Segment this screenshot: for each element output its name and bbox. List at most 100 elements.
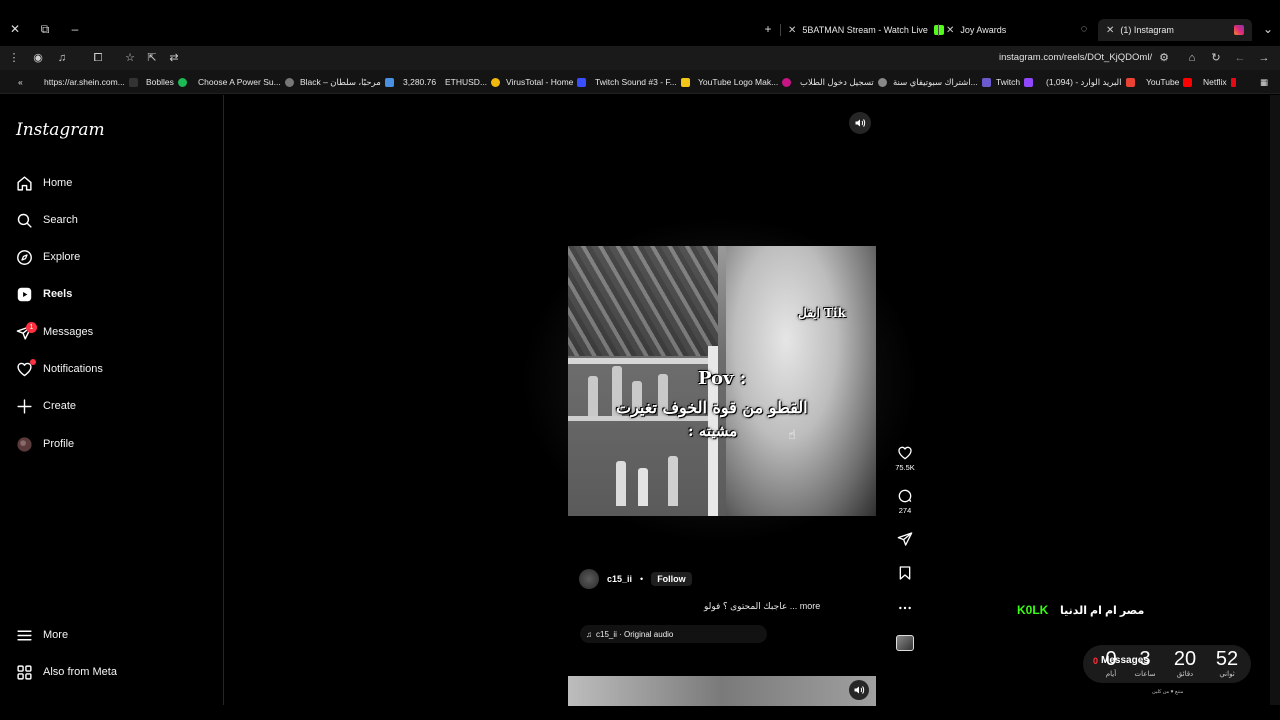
follow-button[interactable]: Follow [651, 572, 692, 586]
bookmark-virustotal[interactable]: VirusTotal - Home [506, 77, 587, 87]
video-overlay-tag: ايفل Tik [798, 306, 846, 320]
mouse-cursor-icon: ☝ [788, 427, 796, 442]
reel-caption[interactable]: عاجبك المحتوى ؟ فولو ... more [704, 601, 820, 612]
minimize-window-icon[interactable]: – [64, 18, 86, 40]
site-icon [680, 77, 690, 87]
bookmark-youtube-logo[interactable]: YouTube Logo Mak... [698, 77, 792, 87]
countdown-seconds: 52 ثواني [1215, 648, 1239, 678]
nav-home[interactable]: Home [16, 171, 72, 195]
bookmark-netflix[interactable]: Netflix [1203, 77, 1236, 87]
music-note-icon: ♫ [586, 629, 592, 639]
restore-window-icon[interactable]: ⧉ [34, 18, 56, 40]
browser-titlebar: ✕ ⧉ – + ✕ 5BATMAN Stream - Watch Live ✕ … [0, 0, 1280, 46]
site-icon [384, 78, 394, 87]
save-button[interactable] [893, 565, 917, 581]
all-bookmarks-icon[interactable]: ▦ [1260, 77, 1268, 88]
close-tab-icon[interactable]: ✕ [1106, 25, 1114, 36]
home-icon[interactable]: ⌂ [1184, 50, 1200, 66]
bookmark-inbox[interactable]: البريد الوارد - (1,094) [1046, 77, 1135, 88]
video-overlay-text: مشيته : [688, 422, 738, 440]
reels-icon [17, 287, 32, 301]
binance-icon [491, 77, 501, 87]
audio-track[interactable]: ♫ c15_ii · Original audio [580, 625, 767, 643]
menu-dots-icon[interactable]: ⋮ [6, 50, 22, 66]
nav-also-from-meta[interactable]: Also from Meta [16, 660, 117, 684]
nav-more[interactable]: More [16, 623, 68, 647]
bookmark-twitch[interactable]: Twitch [996, 77, 1034, 87]
forward-arrow-icon[interactable]: → [1256, 50, 1272, 66]
bookmark-power-su[interactable]: Choose A Power Su... [198, 77, 294, 87]
widget-credit: متنع ♥ من كلين [1152, 689, 1184, 695]
comment-icon [898, 489, 912, 503]
home-icon [17, 175, 32, 191]
author-avatar[interactable] [579, 569, 599, 589]
bookmark-icon [899, 566, 911, 580]
nav-search[interactable]: Search [16, 208, 78, 232]
messages-badge: 1 [26, 322, 37, 333]
bookmark-price[interactable]: 3,280.76 [403, 77, 436, 87]
bookmark-twitch-sound[interactable]: Twitch Sound #3 - F... [595, 77, 690, 87]
nav-label: Also from Meta [43, 666, 117, 678]
instagram-logo[interactable]: Instagram [16, 120, 105, 140]
tab-5batman-stream[interactable]: ✕ 5BATMAN Stream - Watch Live [788, 19, 944, 41]
tab-joy-awards[interactable]: ✕ Joy Awards [946, 19, 1006, 41]
bookmark-boblles[interactable]: Boblles [146, 77, 187, 87]
video-overlay-text: القطو من قوة الخوف تغيرت [616, 398, 808, 417]
site-settings-icon[interactable]: ⚙ [1156, 50, 1172, 66]
bookmarks-collapse-icon[interactable]: « [18, 77, 23, 87]
messages-float-pill[interactable]: 0 Messages [1093, 655, 1149, 666]
bookmark-student-login[interactable]: تسجيل دخول الطلاب [800, 77, 887, 88]
messages-float-label: Messages [1101, 655, 1149, 666]
browser-toolbar: ⋮ ◉ ♫ ⧠ ☆ ⇱ ⇄ instagram.com/reels/DOt_Kj… [0, 46, 1280, 70]
nav-explore[interactable]: Explore [16, 245, 80, 269]
share-button[interactable] [893, 531, 917, 547]
bookmark-black-sultan[interactable]: Black – مرحبًا، سلطان [300, 77, 394, 88]
close-tab-icon[interactable]: ✕ [788, 25, 796, 36]
bookmark-ethusd[interactable]: ETHUSD... [445, 77, 501, 87]
tab-list-chevron-icon[interactable]: ⌄ [1257, 18, 1279, 40]
profile-avatar-icon[interactable]: ◉ [30, 50, 46, 66]
site-icon [981, 78, 991, 87]
bookmark-spotify-year[interactable]: اشتراك سبوتيفاي سنة... [893, 77, 991, 88]
video-background [616, 461, 626, 506]
nav-reels[interactable]: Reels [16, 282, 72, 306]
nav-label: Explore [43, 251, 81, 263]
like-count: 75.5K [895, 463, 915, 472]
bookmark-shein[interactable]: https://ar.shein.com... [44, 77, 138, 87]
translate-icon[interactable]: ⇄ [166, 50, 182, 66]
reload-icon[interactable]: ↻ [1208, 50, 1224, 66]
audio-thumbnail[interactable] [896, 635, 914, 651]
close-tab-icon[interactable]: ✕ [946, 25, 954, 36]
nav-label: More [43, 629, 69, 641]
more-options-button[interactable] [893, 600, 917, 616]
new-tab-button[interactable]: + [757, 18, 779, 40]
stream-egypt-text: مصر ام ام الدنيا [1060, 605, 1145, 617]
mute-toggle-button[interactable] [849, 112, 871, 134]
nav-create[interactable]: Create [16, 394, 76, 418]
spotify-icon [177, 77, 187, 87]
media-control-icon[interactable]: ♫ [54, 50, 70, 66]
video-background [568, 246, 718, 356]
back-arrow-icon[interactable]: ← [1232, 50, 1248, 66]
video-background [638, 468, 648, 506]
bookmark-star-icon[interactable]: ☆ [122, 50, 138, 66]
separator-dot: • [640, 574, 644, 584]
mute-toggle-button[interactable] [849, 680, 869, 700]
author-username[interactable]: c15_ii [607, 574, 632, 584]
close-window-icon[interactable]: ✕ [4, 18, 26, 40]
next-reel-preview[interactable] [568, 676, 876, 706]
page-scrollbar[interactable] [1270, 95, 1280, 705]
messages-count-badge: 0 [1093, 655, 1099, 666]
nav-profile[interactable]: Profile [16, 432, 74, 456]
comment-button[interactable]: 274 [893, 488, 917, 515]
like-button[interactable]: 75.5K [893, 445, 917, 472]
nav-label: Search [43, 214, 78, 226]
extensions-icon[interactable]: ⧠ [90, 50, 106, 66]
reel-video[interactable]: ايفل Tik Pov : القطو من قوة الخوف تغيرت … [568, 246, 876, 516]
tab-instagram[interactable]: ✕ (1) Instagram [1098, 19, 1252, 41]
nav-label: Create [43, 400, 77, 412]
address-bar[interactable]: instagram.com/reels/DOt_KjQDOml/ [999, 52, 1152, 63]
comment-count: 274 [898, 506, 912, 515]
bookmark-youtube[interactable]: YouTube [1146, 77, 1193, 87]
share-icon[interactable]: ⇱ [144, 50, 160, 66]
